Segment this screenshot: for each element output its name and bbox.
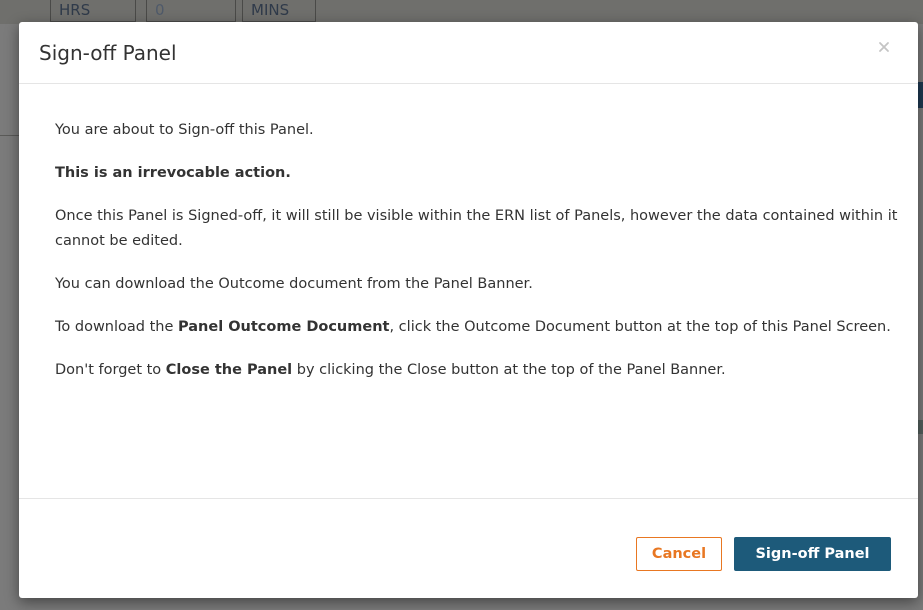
modal-body: You are about to Sign-off this Panel. Th… [19, 84, 918, 499]
close-panel-text: Don't forget to Close the Panel by click… [55, 358, 898, 383]
intro-text: You are about to Sign-off this Panel. [55, 122, 314, 138]
cancel-button[interactable]: Cancel [636, 537, 722, 571]
signoff-modal: Sign-off Panel You are about to Sign-off… [19, 22, 918, 598]
outcome-pre: To download the [55, 319, 179, 335]
warning-bold: This is an irrevocable action. [55, 165, 291, 181]
signoff-button[interactable]: Sign-off Panel [734, 537, 891, 571]
background-edge [918, 82, 923, 108]
background-divider [0, 135, 20, 136]
close-post: by clicking the Close button at the top … [292, 362, 726, 378]
warning-text: This is an irrevocable action. [55, 161, 898, 186]
outcome-document-text: To download the Panel Outcome Document, … [55, 315, 898, 340]
close-pre: Don't forget to [55, 362, 166, 378]
close-icon[interactable] [878, 38, 894, 54]
modal-footer: Cancel Sign-off Panel [19, 499, 918, 597]
close-bold: Close the Panel [165, 362, 293, 378]
download-info-text: You can download the Outcome document fr… [55, 276, 533, 292]
outcome-post: , click the Outcome Document button at t… [389, 319, 891, 335]
modal-title: Sign-off Panel [39, 41, 177, 65]
minutes-value: 0 [146, 0, 236, 22]
modal-header: Sign-off Panel [19, 22, 918, 84]
outcome-bold: Panel Outcome Document [178, 319, 390, 335]
hours-label: HRS [50, 0, 136, 22]
background-toolbar [0, 0, 923, 24]
minutes-label: MINS [242, 0, 316, 22]
visibility-text: Once this Panel is Signed-off, it will s… [55, 208, 898, 249]
background-edge-lower [918, 420, 923, 434]
